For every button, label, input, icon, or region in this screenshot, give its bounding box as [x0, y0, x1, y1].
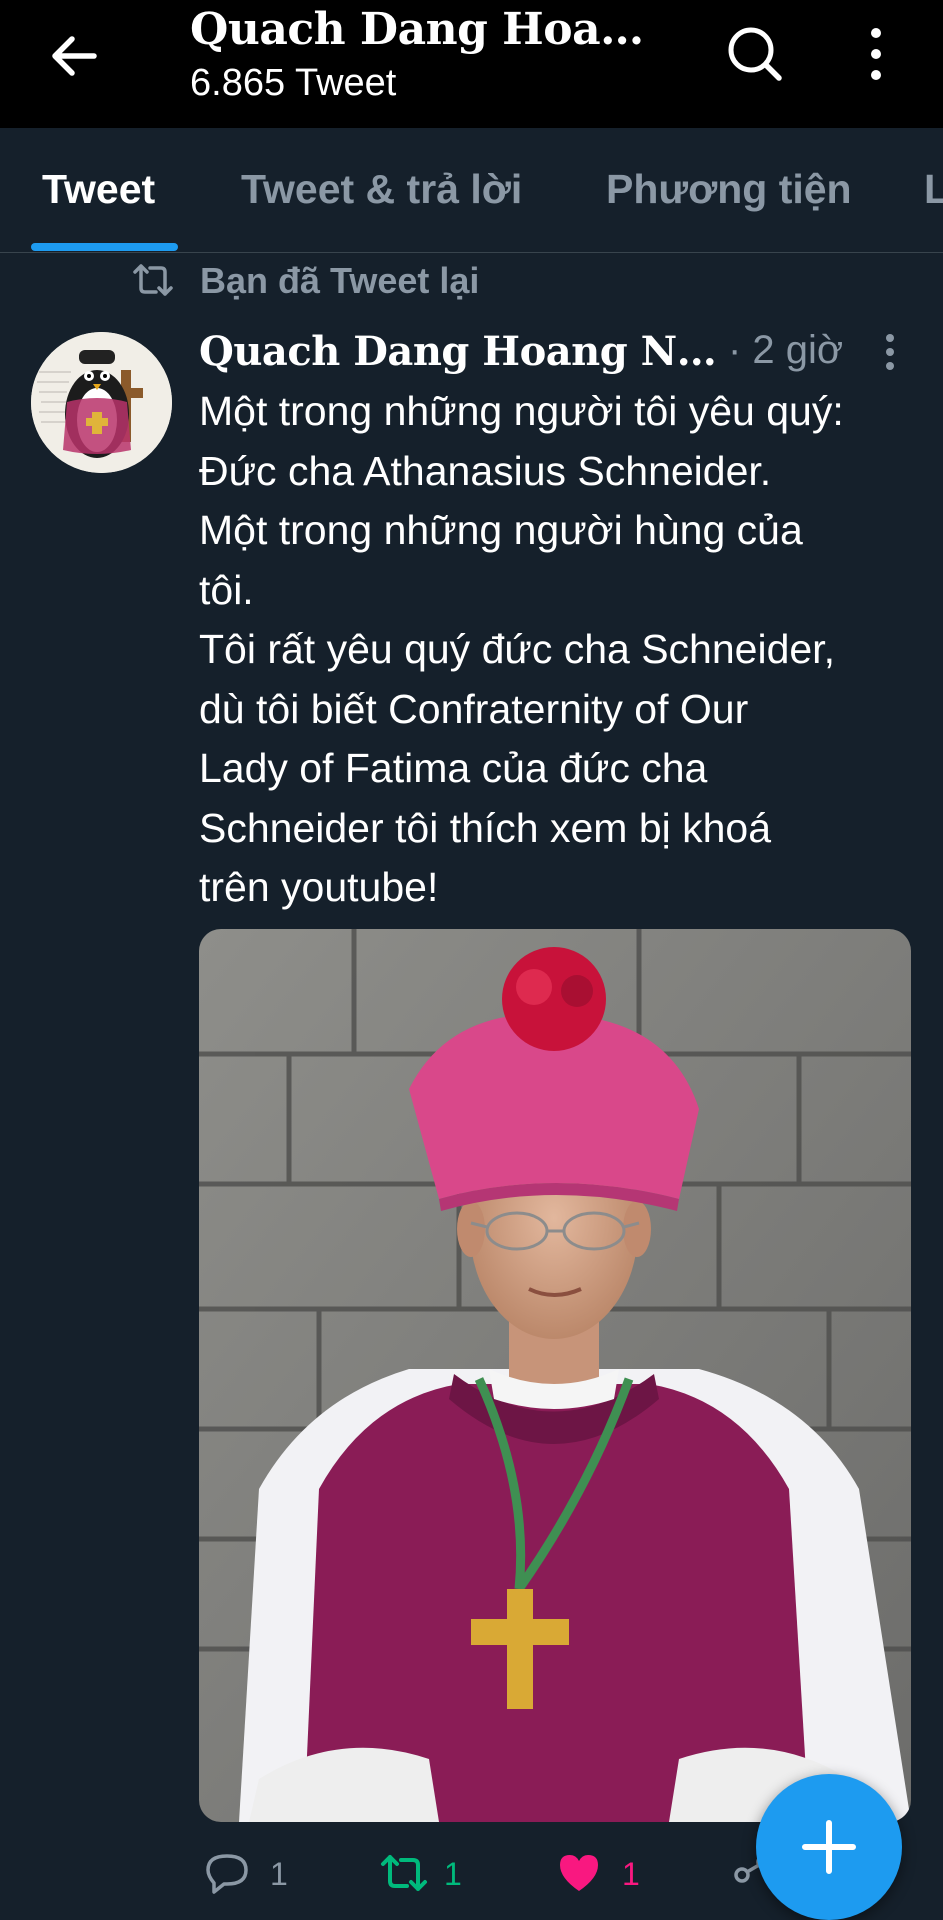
penguin-bishop-avatar-image — [31, 332, 172, 473]
retweet-count: 1 — [444, 1856, 462, 1892]
tweet-author-name[interactable]: Quach Dang Hoang Ngan... — [199, 328, 719, 375]
reply-count: 1 — [270, 1856, 288, 1892]
heart-icon — [560, 1855, 598, 1891]
tweet-more-button[interactable] — [872, 328, 908, 376]
more-options-button[interactable] — [846, 24, 906, 84]
like-button[interactable]: 1 — [556, 1846, 656, 1906]
profile-tabs: Tweet Tweet & trả lời Phương tiện L — [0, 128, 943, 253]
retweet-icon — [381, 1855, 427, 1891]
plus-icon — [802, 1820, 856, 1874]
tweet-photo[interactable] — [199, 929, 911, 1822]
avatar[interactable] — [31, 332, 172, 473]
back-button[interactable] — [44, 26, 104, 86]
search-button[interactable] — [722, 22, 786, 86]
retweet-icon — [133, 264, 173, 296]
reply-icon — [206, 1854, 248, 1894]
reply-button[interactable]: 1 — [204, 1846, 304, 1906]
bishop-portrait-image — [199, 929, 911, 1822]
profile-title: Quach Dang Hoan... — [190, 4, 660, 55]
active-tab-indicator — [31, 243, 178, 251]
tweet-timestamp[interactable]: · 2 giờ — [728, 328, 843, 373]
search-icon — [728, 27, 782, 81]
tweet-text: Một trong những người tôi yêu quý: Đức c… — [199, 388, 844, 910]
tweet-count: 6.865 Tweet — [190, 62, 397, 104]
like-count: 1 — [622, 1856, 640, 1892]
retweet-button[interactable]: 1 — [378, 1846, 478, 1906]
tab-tweets[interactable]: Tweet — [42, 166, 155, 213]
tab-media[interactable]: Phương tiện — [606, 166, 852, 213]
more-vertical-icon — [886, 334, 894, 370]
more-vertical-icon — [871, 28, 881, 80]
tab-likes[interactable]: L — [924, 166, 943, 213]
retweet-note-text: Bạn đã Tweet lại — [200, 260, 480, 301]
top-bar: Quach Dang Hoan... 6.865 Tweet — [0, 0, 943, 128]
tab-tweets-and-replies[interactable]: Tweet & trả lời — [241, 166, 522, 213]
compose-tweet-button[interactable] — [756, 1774, 902, 1920]
arrow-left-icon — [52, 36, 97, 76]
